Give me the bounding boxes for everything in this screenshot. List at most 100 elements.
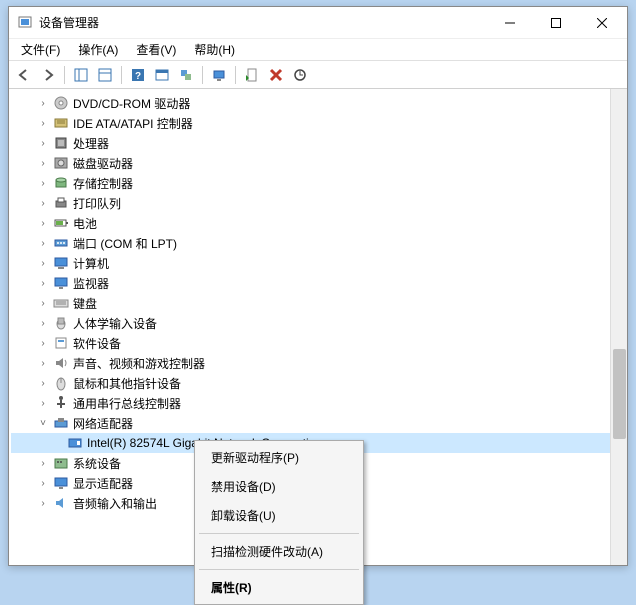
ctx-scan-hardware[interactable]: 扫描检测硬件改动(A)	[197, 537, 361, 566]
expand-arrow-icon[interactable]: ›	[37, 157, 49, 169]
expand-arrow-icon[interactable]: ›	[37, 477, 49, 489]
tree-node-label: 处理器	[73, 135, 109, 152]
scrollbar[interactable]	[610, 89, 627, 565]
expand-arrow-icon[interactable]: ›	[37, 297, 49, 309]
expand-arrow-icon[interactable]: ›	[37, 337, 49, 349]
tree-node-label: 音频输入和输出	[73, 495, 157, 512]
window-controls	[487, 8, 625, 38]
expand-arrow-icon[interactable]: ›	[37, 317, 49, 329]
tree-node-cpu[interactable]: › 处理器	[11, 133, 625, 153]
close-button[interactable]	[579, 8, 625, 38]
scan-hardware-icon[interactable]	[208, 64, 230, 86]
menu-help[interactable]: 帮助(H)	[186, 39, 243, 60]
expand-arrow-icon[interactable]: ›	[37, 277, 49, 289]
expand-arrow-icon[interactable]: ›	[37, 137, 49, 149]
expand-arrow-icon[interactable]: ›	[37, 397, 49, 409]
ctx-update-driver[interactable]: 更新驱动程序(P)	[197, 443, 361, 472]
menu-action[interactable]: 操作(A)	[70, 39, 126, 60]
tree-node-battery[interactable]: ›电池	[11, 213, 625, 233]
forward-icon[interactable]	[37, 64, 59, 86]
expand-arrow-icon[interactable]: ›	[37, 117, 49, 129]
ctx-separator	[199, 533, 359, 534]
toolbar-separator	[202, 66, 203, 84]
show-hide-tree-icon[interactable]	[70, 64, 92, 86]
tree-node-sound[interactable]: › 声音、视频和游戏控制器	[11, 353, 625, 373]
storage-icon	[53, 175, 69, 191]
tree-node-computer[interactable]: › 计算机	[11, 253, 625, 273]
tree-node-disk[interactable]: › 磁盘驱动器	[11, 153, 625, 173]
back-icon[interactable]	[13, 64, 35, 86]
expand-arrow-icon[interactable]: ›	[37, 457, 49, 469]
svg-text:?: ?	[135, 71, 141, 82]
tree-node-label: 系统设备	[73, 455, 121, 472]
network-icon	[53, 415, 69, 431]
tree-node-label: 通用串行总线控制器	[73, 395, 181, 412]
tree-node-usb[interactable]: › 通用串行总线控制器	[11, 393, 625, 413]
menu-view[interactable]: 查看(V)	[128, 39, 184, 60]
ctx-disable-device[interactable]: 禁用设备(D)	[197, 472, 361, 501]
expand-arrow-icon[interactable]: ›	[37, 237, 49, 249]
tree-node-disc[interactable]: › DVD/CD-ROM 驱动器	[11, 93, 625, 113]
uninstall-icon[interactable]	[265, 64, 287, 86]
tree-node-mouse[interactable]: › 鼠标和其他指针设备	[11, 373, 625, 393]
titlebar: 设备管理器	[9, 7, 627, 39]
app-icon	[17, 15, 33, 31]
enable-icon[interactable]	[241, 64, 263, 86]
usb-icon	[53, 395, 69, 411]
tree-node-label: 键盘	[73, 295, 97, 312]
expand-arrow-icon[interactable]: ›	[37, 377, 49, 389]
context-menu: 更新驱动程序(P) 禁用设备(D) 卸载设备(U) 扫描检测硬件改动(A) 属性…	[194, 440, 364, 605]
tree-node-label: 人体学输入设备	[73, 315, 157, 332]
disc-icon	[53, 95, 69, 111]
tree-node-label: 网络适配器	[73, 415, 133, 432]
mouse-icon	[53, 375, 69, 391]
tree-node-label: 声音、视频和游戏控制器	[73, 355, 205, 372]
tree-node-hid[interactable]: › 人体学输入设备	[11, 313, 625, 333]
expand-arrow-icon[interactable]: ›	[37, 497, 49, 509]
ide-icon	[53, 115, 69, 131]
tree-node-keyboard[interactable]: › 键盘	[11, 293, 625, 313]
audio-icon	[53, 495, 69, 511]
tree-node-label: 软件设备	[73, 335, 121, 352]
menu-file[interactable]: 文件(F)	[13, 39, 68, 60]
tree-node-port[interactable]: ›端口 (COM 和 LPT)	[11, 233, 625, 253]
battery-icon	[53, 215, 69, 231]
toolbar-separator	[64, 66, 65, 84]
action-icon[interactable]	[151, 64, 173, 86]
expand-arrow-icon[interactable]: ›	[37, 357, 49, 369]
computer-icon	[53, 255, 69, 271]
system-icon	[53, 455, 69, 471]
tree-node-storage[interactable]: ›存储控制器	[11, 173, 625, 193]
tree-node-printer[interactable]: ›打印队列	[11, 193, 625, 213]
tree-node-label: 磁盘驱动器	[73, 155, 133, 172]
toolbar: ?	[9, 61, 627, 89]
tree-node-network[interactable]: ˅ 网络适配器	[11, 413, 625, 433]
toolbar-separator	[121, 66, 122, 84]
tree-node-label: DVD/CD-ROM 驱动器	[73, 95, 190, 112]
tree-node-ide[interactable]: ›IDE ATA/ATAPI 控制器	[11, 113, 625, 133]
ctx-uninstall-device[interactable]: 卸载设备(U)	[197, 501, 361, 530]
toolbar-separator	[235, 66, 236, 84]
tree-node-software[interactable]: › 软件设备	[11, 333, 625, 353]
expand-arrow-icon[interactable]: ˅	[37, 417, 49, 429]
expand-arrow-icon[interactable]: ›	[37, 97, 49, 109]
menubar: 文件(F) 操作(A) 查看(V) 帮助(H)	[9, 39, 627, 61]
port-icon	[53, 235, 69, 251]
minimize-button[interactable]	[487, 8, 533, 38]
expand-arrow-icon[interactable]: ›	[37, 197, 49, 209]
ctx-properties[interactable]: 属性(R)	[197, 573, 361, 602]
update-driver-icon[interactable]	[289, 64, 311, 86]
tree-node-label: 计算机	[73, 255, 109, 272]
refresh-icon[interactable]	[175, 64, 197, 86]
expand-arrow-icon[interactable]: ›	[37, 217, 49, 229]
tree-node-label: 鼠标和其他指针设备	[73, 375, 181, 392]
help-icon[interactable]: ?	[127, 64, 149, 86]
software-icon	[53, 335, 69, 351]
display-icon	[53, 475, 69, 491]
properties-panel-icon[interactable]	[94, 64, 116, 86]
expand-arrow-icon[interactable]: ›	[37, 177, 49, 189]
tree-node-monitor[interactable]: ›监视器	[11, 273, 625, 293]
expand-arrow-icon[interactable]: ›	[37, 257, 49, 269]
monitor-icon	[53, 275, 69, 291]
maximize-button[interactable]	[533, 8, 579, 38]
